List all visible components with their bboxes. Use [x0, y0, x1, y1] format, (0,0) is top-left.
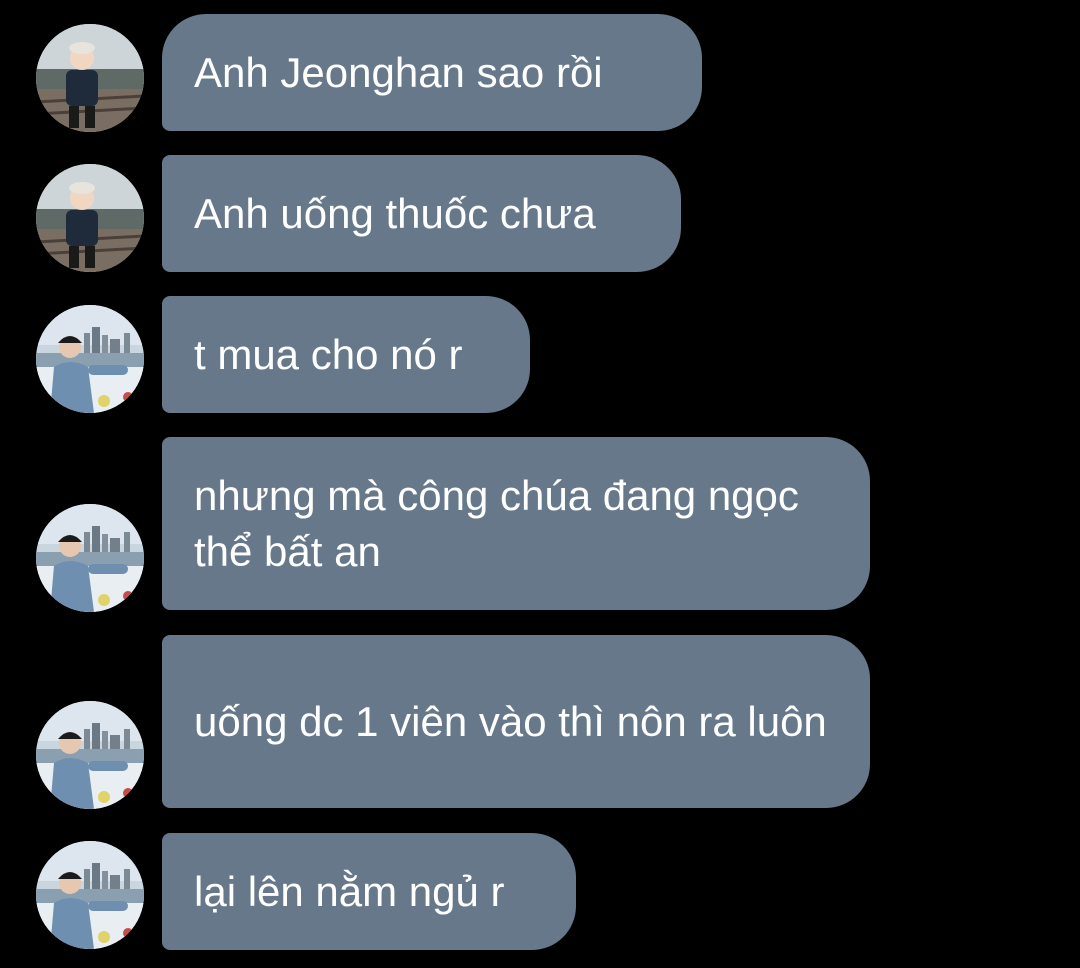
message-text: t mua cho nó r	[194, 330, 463, 378]
avatar-man[interactable]	[36, 841, 144, 949]
message-bubble[interactable]: t mua cho nó r	[162, 296, 530, 413]
message-bubble[interactable]: Anh Jeonghan sao rồi	[162, 14, 702, 131]
message-text: Anh uống thuốc chưa	[194, 189, 596, 237]
message-text: Anh Jeonghan sao rồi	[194, 48, 603, 96]
avatar-child[interactable]	[36, 24, 144, 132]
message-bubble[interactable]: uống dc 1 viên vào thì nôn ra luôn	[162, 635, 870, 808]
message-bubble[interactable]: Anh uống thuốc chưa	[162, 155, 681, 272]
message-text: nhưng mà công chúa đang ngọc thể bất an	[194, 471, 799, 575]
avatar-man[interactable]	[36, 305, 144, 413]
man-avatar-icon	[36, 305, 144, 413]
message-bubble[interactable]: nhưng mà công chúa đang ngọc thể bất an	[162, 437, 870, 610]
avatar-child[interactable]	[36, 164, 144, 272]
man-avatar-icon	[36, 701, 144, 809]
message-text: lại lên nằm ngủ r	[194, 867, 505, 915]
man-avatar-icon	[36, 841, 144, 949]
message-bubble[interactable]: lại lên nằm ngủ r	[162, 833, 576, 950]
man-avatar-icon	[36, 504, 144, 612]
child-avatar-icon	[36, 24, 144, 132]
avatar-man[interactable]	[36, 701, 144, 809]
child-avatar-icon	[36, 164, 144, 272]
avatar-man[interactable]	[36, 504, 144, 612]
message-text: uống dc 1 viên vào thì nôn ra luôn	[194, 697, 827, 745]
